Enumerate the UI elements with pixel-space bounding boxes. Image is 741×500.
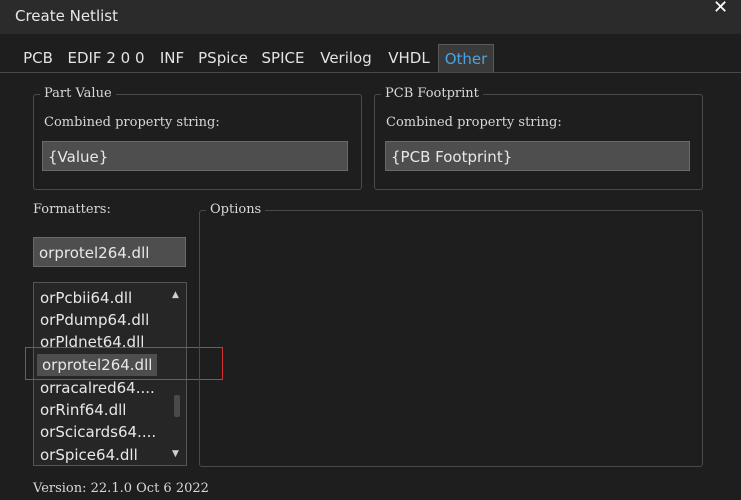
tab-divider [0, 72, 741, 73]
selection-highlight-box [25, 347, 223, 380]
options-group: Options [199, 202, 703, 467]
tab-vhdl[interactable]: VHDL [383, 44, 435, 72]
pcb-footprint-field[interactable]: {PCB Footprint} [385, 141, 690, 171]
part-value-legend: Part Value [40, 86, 116, 101]
options-legend: Options [206, 202, 266, 217]
pcb-footprint-legend: PCB Footprint [381, 86, 483, 101]
list-item[interactable]: orPdump64.dll [40, 309, 149, 331]
pcb-footprint-label: Combined property string: [386, 115, 562, 130]
tab-bar: PCB EDIF 2 0 0 INF PSpice SPICE Verilog … [0, 44, 741, 72]
scroll-down-icon[interactable]: ▼ [172, 449, 179, 459]
tab-inf[interactable]: INF [154, 44, 190, 72]
list-item[interactable]: orRinf64.dll [40, 399, 126, 421]
part-value-field[interactable]: {Value} [42, 141, 348, 171]
tab-spice[interactable]: SPICE [257, 44, 309, 72]
tab-edif[interactable]: EDIF 2 0 0 [62, 44, 150, 72]
list-item[interactable]: orracalred64.... [40, 377, 155, 399]
close-icon[interactable]: ✕ [713, 0, 728, 18]
title-bar: Create Netlist ✕ [0, 0, 741, 34]
version-text: Version: 22.1.0 Oct 6 2022 [33, 481, 209, 496]
part-value-label: Combined property string: [44, 115, 220, 130]
list-item[interactable]: orScicards64.... [40, 421, 156, 443]
tab-pcb[interactable]: PCB [17, 44, 59, 72]
tab-pspice[interactable]: PSpice [195, 44, 251, 72]
list-item[interactable]: orSpice64.dll [40, 444, 138, 465]
list-item[interactable]: orPcbii64.dll [40, 287, 132, 309]
formatters-label: Formatters: [33, 202, 111, 217]
scroll-up-icon[interactable]: ▲ [172, 290, 179, 300]
window-title: Create Netlist [15, 7, 118, 25]
tab-other[interactable]: Other [438, 44, 494, 72]
scroll-thumb[interactable] [174, 395, 180, 417]
formatter-current-field[interactable]: orprotel264.dll [33, 237, 186, 267]
tab-verilog[interactable]: Verilog [315, 44, 377, 72]
